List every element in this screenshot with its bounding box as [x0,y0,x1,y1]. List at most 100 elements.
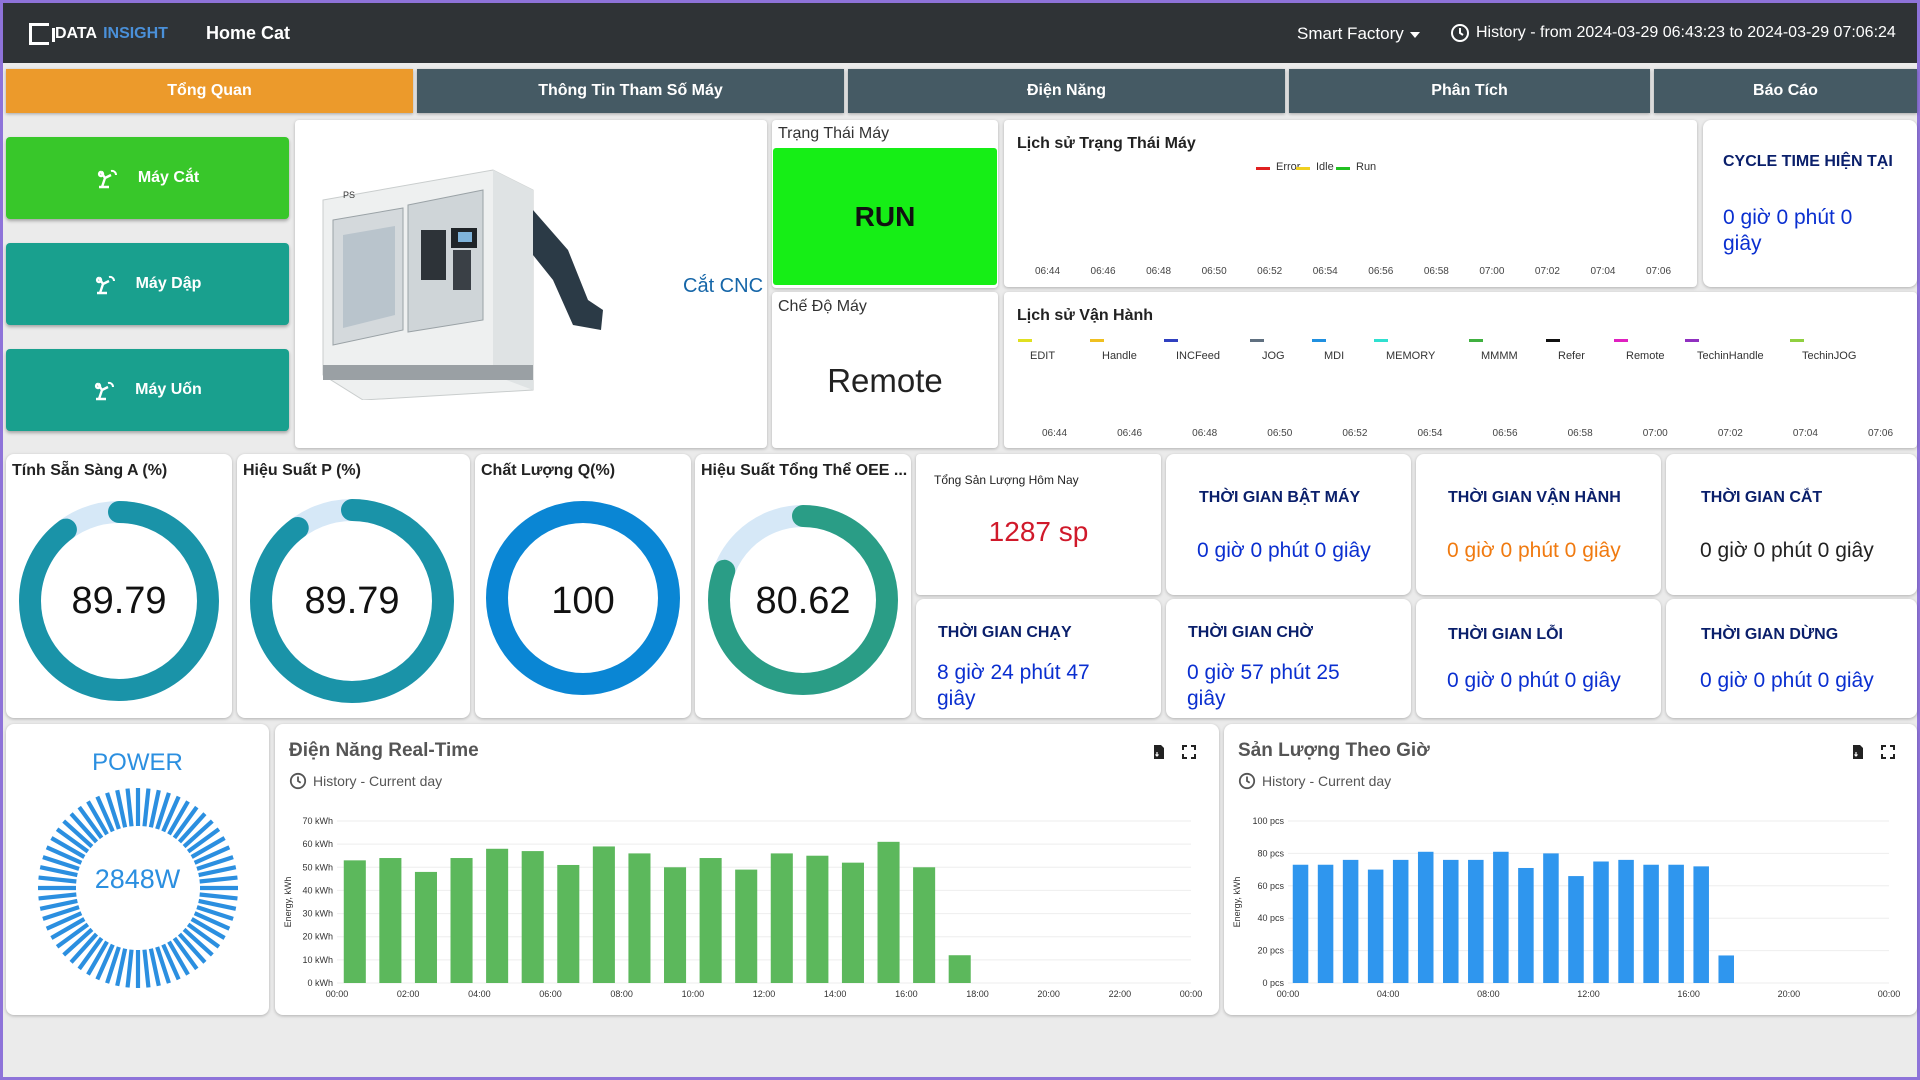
y-tick-label: 30 kWh [302,909,333,919]
axis-tick-label: 07:06 [1646,266,1672,277]
x-tick-label: 14:00 [824,989,847,999]
clock-icon [289,772,307,790]
output-total-card: Tổng Sản Lượng Hôm Nay 1287 sp [916,454,1161,595]
y-tick-label: 10 kWh [302,955,333,965]
logo[interactable]: DATA INSIGHT [29,23,168,45]
power-value: 2848W [94,864,181,894]
machine-caption: Cắt CNC [683,275,764,297]
bar [1593,861,1609,983]
axis-tick-label: 06:44 [1035,266,1061,277]
bar [414,871,437,983]
tab-label: Thông Tin Tham Số Máy [538,82,723,99]
tab-thong-tin-tham-so-may[interactable]: Thông Tin Tham Số Máy [417,69,844,113]
legend-label[interactable]: INCFeed [1176,350,1220,362]
legend-label[interactable]: TechinHandle [1697,350,1764,362]
top-bar: DATA INSIGHT Home Cat Smart Factory Hist… [3,3,1917,63]
x-tick-label: 02:00 [397,989,420,999]
bar [841,862,864,983]
legend-swatch [1790,339,1804,342]
mode-card: Chế Độ Máy Remote [772,292,998,448]
legend-label[interactable]: MDI [1324,350,1344,362]
axis-tick-label: 06:46 [1117,428,1143,439]
legend-swatch [1296,167,1310,170]
legend-label[interactable]: Run [1356,161,1376,173]
bar [1342,859,1359,983]
export-file-icon[interactable] [1151,744,1167,760]
x-tick-label: 06:00 [539,989,562,999]
legend-swatch [1685,339,1699,342]
mode-title: Chế Độ Máy [778,298,867,315]
gauge-value: 80.62 [755,580,851,622]
tab-bao-cao[interactable]: Báo Cáo [1654,69,1917,113]
x-tick-label: 10:00 [682,989,705,999]
status-card: Trạng Thái Máy RUN [772,120,998,288]
kpi-value: 0 giờ 0 phút 0 giây [1447,669,1621,692]
history-range[interactable]: History - from 2024-03-29 06:43:23 to 20… [1450,23,1896,43]
machine-button-dap[interactable]: Máy Dập [6,243,289,325]
y-tick-label: 40 kWh [302,885,333,895]
legend-swatch [1090,339,1104,342]
robot-arm-icon [95,275,115,295]
kpi-card-error-time: THỜI GIAN LỖI 0 giờ 0 phút 0 giây [1416,599,1661,718]
legend-label[interactable]: TechinJOG [1802,350,1856,362]
bar [735,869,758,983]
machine-image-card: PS Cắt CNC [295,120,767,448]
kpi-value: 0 giờ 0 phút 0 giây [1197,539,1371,562]
cycle-time-card: CYCLE TIME HIỆN TẠI 0 giờ 0 phút 0 giây [1703,120,1917,287]
tab-phan-tich[interactable]: Phân Tích [1289,69,1650,113]
machine-button-uon[interactable]: Máy Uốn [6,349,289,431]
legend-label[interactable]: MEMORY [1386,350,1435,362]
axis-tick-label: 06:46 [1090,266,1116,277]
fullscreen-icon[interactable] [1181,744,1197,760]
legend-label[interactable]: JOG [1262,350,1285,362]
power-dial-tick [125,788,134,827]
legend-swatch [1614,339,1628,342]
bar [913,867,936,983]
bar [1367,869,1384,983]
fullscreen-icon[interactable] [1880,744,1896,760]
power-title: POWER [92,749,183,776]
bar [770,853,793,983]
tab-label: Phân Tích [1431,82,1508,99]
x-tick-label: 08:00 [1477,989,1500,999]
export-file-icon[interactable] [1850,744,1866,760]
bar [628,853,651,983]
status-title: Trạng Thái Máy [778,125,890,142]
axis-tick-label: 06:56 [1368,266,1394,277]
cycle-time-value-line1: 0 giờ 0 phút 0 [1723,206,1853,229]
machine-button-label: Máy Uốn [135,381,202,398]
gauge-title: Tính Sẵn Sàng A (%) [12,462,168,479]
x-tick-label: 16:00 [895,989,918,999]
machine-button-label: Máy Cắt [137,169,200,186]
cycle-time-title: CYCLE TIME HIỆN TẠI [1723,153,1893,170]
bar [1693,866,1709,983]
machine-button-cat[interactable]: Máy Cắt [6,137,289,219]
state-history-title: Lịch sử Trạng Thái Máy [1017,135,1196,152]
legend-swatch [1018,339,1032,342]
legend-label[interactable]: MMMM [1481,350,1518,362]
gauge-value: 100 [551,580,615,622]
x-tick-label: 04:00 [468,989,491,999]
kpi-card-wait-time: THỜI GIAN CHỜ 0 giờ 57 phút 25 giây [1166,599,1411,718]
bar [450,858,473,983]
tab-tong-quan[interactable]: Tổng Quan [6,69,413,113]
tab-dien-nang[interactable]: Điện Năng [848,69,1285,113]
kpi-value: 0 giờ 0 phút 0 giây [1447,539,1621,562]
power-dial-tick [125,949,134,988]
axis-tick-label: 07:04 [1590,266,1616,277]
factory-dropdown[interactable]: Smart Factory [1297,24,1420,44]
legend-label[interactable]: EDIT [1030,350,1055,362]
axis-tick-label: 06:58 [1567,428,1593,439]
legend-label[interactable]: Refer [1558,350,1585,362]
legend-label[interactable]: Remote [1626,350,1665,362]
x-tick-label: 16:00 [1677,989,1700,999]
axis-tick-label: 06:48 [1192,428,1218,439]
legend-label[interactable]: Idle [1316,161,1334,173]
x-tick-label: 22:00 [1109,989,1132,999]
gauge-card-quality: Chất Lượng Q(%) 100 [475,454,691,718]
logo-text-insight: INSIGHT [103,25,168,42]
legend-label[interactable]: Handle [1102,350,1137,362]
legend-swatch [1546,339,1560,342]
axis-tick-label: 06:58 [1423,266,1449,277]
kpi-title: THỜI GIAN CHỜ [1188,624,1314,641]
